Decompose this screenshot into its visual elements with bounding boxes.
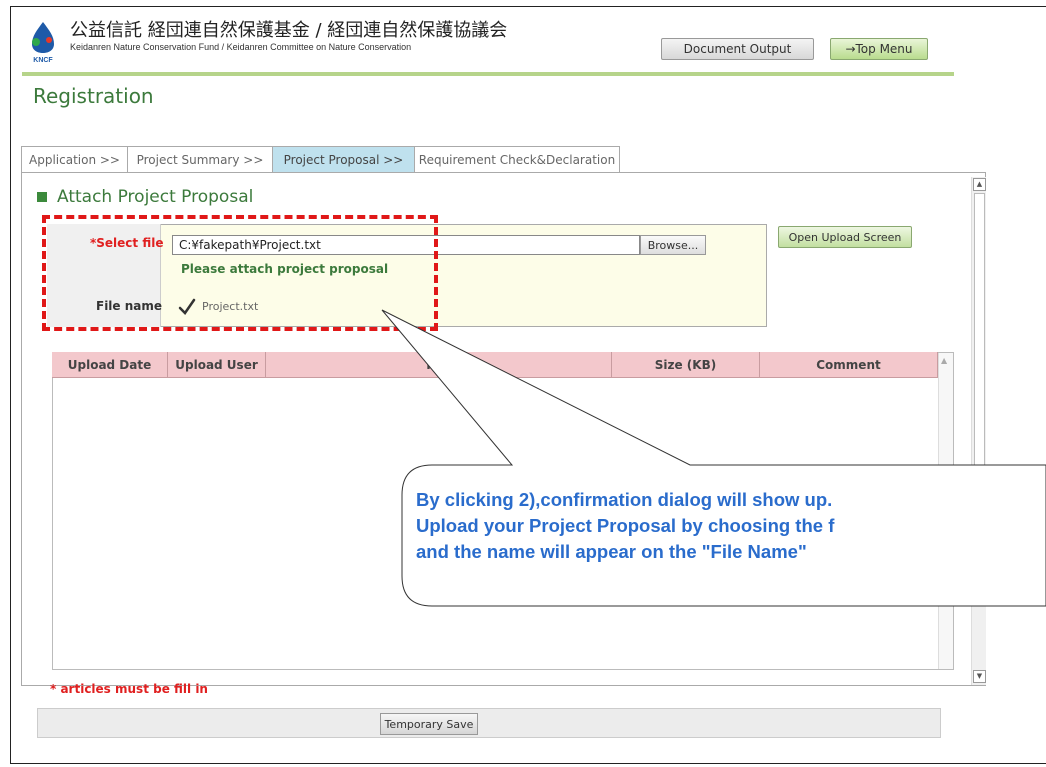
col-size: Size (KB) <box>612 352 760 378</box>
section-title-text: Attach Project Proposal <box>57 187 254 207</box>
top-menu-button[interactable]: →Top Menu <box>830 38 928 60</box>
open-upload-screen-button[interactable]: Open Upload Screen <box>778 226 912 248</box>
temporary-save-button[interactable]: Temporary Save <box>380 713 478 735</box>
svg-text:KNCF: KNCF <box>33 57 53 64</box>
browse-button[interactable]: Browse... <box>640 235 706 255</box>
tab-project-summary[interactable]: Project Summary >> <box>127 146 273 172</box>
kncf-logo: KNCF <box>32 22 54 64</box>
section-title: Attach Project Proposal <box>37 187 253 207</box>
content-scrollbar[interactable]: ▲ ▼ <box>971 177 986 685</box>
scroll-up-icon[interactable]: ▲ <box>973 178 986 191</box>
header-divider <box>22 72 954 76</box>
table-header: Upload Date Upload User File Size (KB) C… <box>52 352 938 378</box>
col-upload-user: Upload User <box>168 352 266 378</box>
tab-requirement-check[interactable]: Requirement Check&Declaration <box>414 146 620 172</box>
col-file: File <box>266 352 612 378</box>
required-note: * articles must be fill in <box>50 682 208 696</box>
tab-project-proposal[interactable]: Project Proposal >> <box>272 146 415 172</box>
page-title: Registration <box>33 84 154 108</box>
save-bar <box>37 708 941 738</box>
step-tabs: Application >> Project Summary >> Projec… <box>21 146 620 172</box>
callout-text: By clicking 2),confirmation dialog will … <box>416 487 1046 565</box>
callout-line-1: By clicking 2),confirmation dialog will … <box>416 489 833 510</box>
org-title-en: Keidanren Nature Conservation Fund / Kei… <box>70 42 412 52</box>
scroll-down-icon[interactable]: ▼ <box>973 670 986 683</box>
section-bullet-icon <box>37 192 47 202</box>
callout-line-3: and the name will appear on the "File Na… <box>416 541 807 562</box>
col-upload-date: Upload Date <box>52 352 168 378</box>
highlight-box <box>42 215 438 331</box>
org-title-jp: 公益信託 経団連自然保護基金 / 経団連自然保護協議会 <box>70 20 508 41</box>
document-output-button[interactable]: Document Output <box>661 38 814 60</box>
callout-line-2: Upload your Project Proposal by choosing… <box>416 515 835 536</box>
col-comment: Comment <box>760 352 938 378</box>
tab-application[interactable]: Application >> <box>21 146 128 172</box>
table-scroll-up-icon[interactable]: ▲ <box>941 356 947 365</box>
